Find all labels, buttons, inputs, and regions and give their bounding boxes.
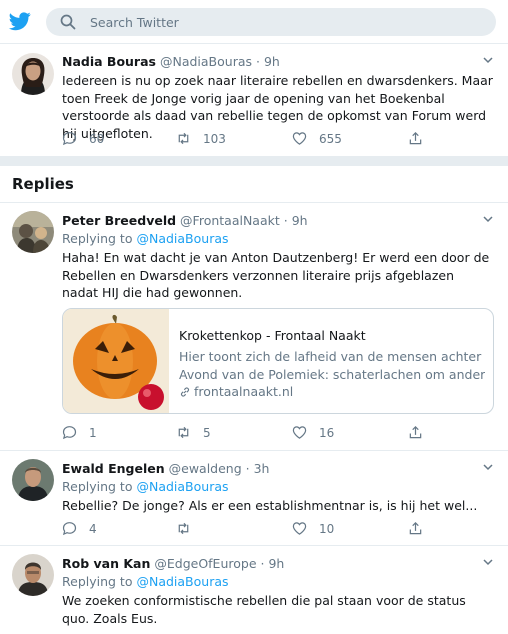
tweet-text: Rebellie? De jonge? Als er een establish…	[62, 498, 478, 513]
chevron-down-icon[interactable]	[482, 556, 494, 568]
chevron-down-icon[interactable]	[482, 54, 494, 66]
heart-icon	[292, 132, 307, 145]
reply-button[interactable]: 4	[62, 521, 97, 536]
replying-label: Replying to	[62, 479, 133, 494]
main-tweet[interactable]: Nadia Bouras @NadiaBouras · 9h Iedereen …	[0, 44, 508, 156]
link-card-description: Avond van de Polemiek: schaterlachen om …	[179, 366, 485, 382]
tweet-time[interactable]: · 9h	[261, 556, 285, 571]
retweet-icon	[178, 522, 189, 535]
retweet-icon	[178, 132, 189, 145]
link-card-title: Krokettenkop - Frontaal Naakt	[179, 328, 366, 343]
link-card-url: frontaalnaakt.nl	[179, 383, 485, 400]
heart-icon	[292, 426, 307, 439]
tweet-time[interactable]: · 3h	[246, 461, 270, 476]
tweet-header: Peter Breedveld @FrontaalNaakt · 9h	[62, 213, 494, 229]
reply-count: 1	[89, 425, 97, 440]
author-handle[interactable]: @EdgeOfEurope	[154, 556, 256, 571]
search-input[interactable]	[90, 14, 470, 30]
author-handle[interactable]: @ewaldeng	[169, 461, 242, 476]
share-icon	[409, 522, 422, 535]
avatar[interactable]	[12, 554, 54, 596]
reply-count: 60	[89, 131, 105, 146]
author-name[interactable]: Peter Breedveld	[62, 213, 176, 228]
heart-icon	[292, 522, 307, 535]
link-card[interactable]: Krokettenkop - Frontaal Naakt Hier toont…	[62, 308, 494, 414]
link-icon	[180, 386, 190, 397]
author-handle[interactable]: @FrontaalNaakt	[180, 213, 280, 228]
reply-button[interactable]: 60	[62, 131, 104, 146]
replies-heading: Replies	[12, 175, 74, 193]
mention-link[interactable]: @NadiaBouras	[136, 479, 228, 494]
retweet-count: 5	[203, 425, 211, 440]
search-icon	[60, 14, 76, 30]
like-button[interactable]: 10	[292, 521, 334, 536]
retweet-button[interactable]	[176, 521, 203, 536]
reply-icon	[62, 132, 77, 146]
replying-to: Replying to @NadiaBouras	[62, 574, 494, 590]
link-card-description: Hier toont zich de lafheid van de mensen…	[179, 349, 485, 364]
tweet-text: Haha! En wat dacht je van Anton Dautzenb…	[62, 250, 490, 300]
mention-link[interactable]: @NadiaBouras	[136, 574, 228, 589]
share-icon	[409, 132, 422, 145]
tweet-time[interactable]: · 9h	[256, 54, 280, 69]
reply-count: 4	[89, 521, 97, 536]
share-icon	[409, 426, 422, 439]
retweet-button[interactable]: 5	[176, 425, 211, 440]
replying-label: Replying to	[62, 574, 133, 589]
reply-button[interactable]: 1	[62, 425, 97, 440]
retweet-button[interactable]: 103	[176, 131, 226, 146]
reply-tweet[interactable]: Rob van Kan @EdgeOfEurope · 9h Replying …	[0, 546, 508, 634]
avatar[interactable]	[12, 459, 54, 501]
mention-link[interactable]: @NadiaBouras	[136, 231, 228, 246]
chevron-down-icon[interactable]	[482, 461, 494, 473]
share-button[interactable]	[408, 131, 423, 146]
tweet-header: Nadia Bouras @NadiaBouras · 9h	[62, 54, 494, 70]
like-count: 10	[319, 521, 335, 536]
link-card-image	[63, 309, 169, 413]
retweet-icon	[178, 426, 189, 439]
avatar[interactable]	[12, 53, 54, 95]
author-name[interactable]: Rob van Kan	[62, 556, 150, 571]
author-name[interactable]: Nadia Bouras	[62, 54, 156, 69]
author-handle[interactable]: @NadiaBouras	[160, 54, 252, 69]
like-button[interactable]: 655	[292, 131, 342, 146]
reply-icon	[62, 522, 77, 536]
author-name[interactable]: Ewald Engelen	[62, 461, 165, 476]
search-bar[interactable]	[46, 8, 496, 36]
share-button[interactable]	[408, 425, 423, 440]
share-button[interactable]	[408, 521, 423, 536]
replying-label: Replying to	[62, 231, 133, 246]
like-count: 655	[319, 131, 342, 146]
top-bar	[0, 0, 508, 44]
retweet-count: 103	[203, 131, 226, 146]
reply-icon	[62, 426, 77, 440]
like-button[interactable]: 16	[292, 425, 334, 440]
chevron-down-icon[interactable]	[482, 213, 494, 225]
tweet-header: Rob van Kan @EdgeOfEurope · 9h	[62, 556, 494, 572]
tweet-text: We zoeken conformistische rebellen die p…	[62, 593, 466, 626]
like-count: 16	[319, 425, 335, 440]
link-domain: frontaalnaakt.nl	[194, 384, 294, 399]
tweet-time[interactable]: · 9h	[284, 213, 308, 228]
replying-to: Replying to @NadiaBouras	[62, 479, 494, 495]
section-divider	[0, 156, 508, 166]
twitter-logo-icon[interactable]	[8, 10, 32, 32]
tweet-header: Ewald Engelen @ewaldeng · 3h	[62, 461, 494, 477]
replying-to: Replying to @NadiaBouras	[62, 231, 494, 247]
avatar[interactable]	[12, 211, 54, 253]
reply-tweet[interactable]: Ewald Engelen @ewaldeng · 3h Replying to…	[0, 451, 508, 545]
